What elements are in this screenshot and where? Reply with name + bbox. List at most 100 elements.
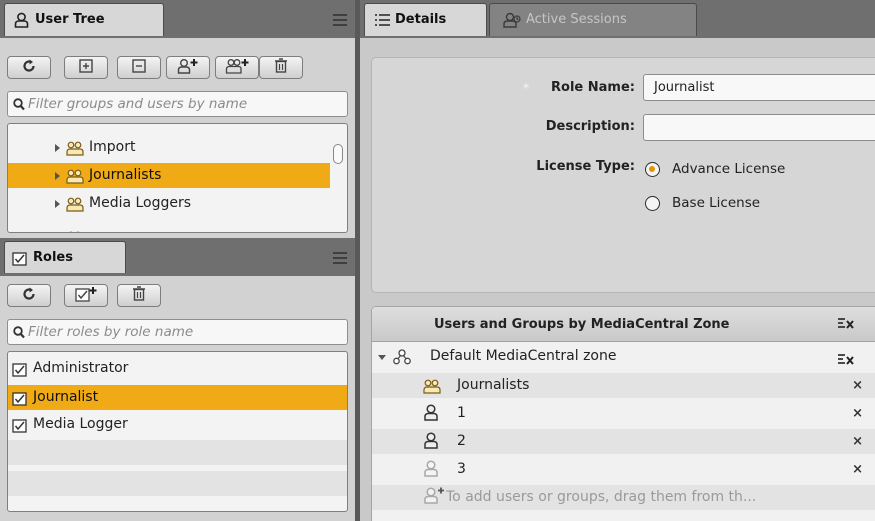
drop-hint-row: To add users or groups, drag them from t… [372,485,875,510]
tree-item-label: Import [89,139,136,155]
roles-tab-label: Roles [33,250,73,265]
role-item-label: Media Logger [33,416,128,432]
zone-member-label: 3 [457,461,466,477]
remove-icon[interactable]: × [852,457,863,482]
user-icon [14,12,29,32]
refresh-icon [22,287,36,305]
user-filter-placeholder: Filter groups and users by name [28,96,248,112]
refresh-icon [22,59,36,77]
add-role-icon [75,286,97,306]
group-icon [66,168,84,193]
user-icon [424,432,438,458]
sessions-icon [502,12,524,32]
tab-roles[interactable]: Roles [4,241,126,273]
tree-item-journalists[interactable]: Journalists [8,163,330,188]
zone-table-header-label: Users and Groups by MediaCentral Zone [434,317,730,332]
role-filter-placeholder: Filter roles by role name [28,324,194,340]
role-name-field[interactable]: Journalist [643,74,875,101]
collapse-arrow-icon[interactable] [378,355,386,360]
expand-arrow-icon[interactable] [55,144,60,152]
role-item-media-logger[interactable]: Media Logger [8,412,347,437]
remove-icon[interactable]: × [852,429,863,454]
tree-item-import[interactable]: Import [8,135,347,160]
collapse-all-icon [132,58,146,77]
expand-all-button[interactable] [64,56,108,79]
license-option-base[interactable]: Base License [645,194,865,214]
group-icon [66,196,84,221]
zone-member-row[interactable]: 2 × [372,429,875,454]
radio-base-license[interactable] [645,196,660,211]
zone-table-header: Users and Groups by MediaCentral Zone [372,307,875,342]
add-user-icon [424,487,446,513]
expand-arrow-icon[interactable] [55,200,60,208]
tab-active-sessions[interactable]: Active Sessions [489,3,697,36]
description-field[interactable] [643,114,875,141]
license-option-label: Advance License [672,161,786,177]
refresh-button[interactable] [7,56,51,79]
zone-icon [393,349,411,374]
zone-member-row[interactable]: 3 × [372,457,875,482]
tab-user-tree[interactable]: User Tree [4,3,164,36]
active-sessions-tab-label: Active Sessions [526,12,627,27]
zone-member-row[interactable]: Journalists × [372,373,875,398]
empty-row [8,440,347,465]
add-user-button[interactable] [166,56,210,79]
list-item-cutoff-top [8,124,347,134]
list-icon [375,14,390,30]
description-label: Description: [545,119,635,134]
refresh-button[interactable] [7,284,51,307]
trash-icon [132,286,146,305]
license-option-advance[interactable]: Advance License [645,160,865,180]
license-option-label: Base License [672,195,761,211]
user-tree-list: Import Journalists Media Loggers [7,123,348,233]
zone-member-row[interactable]: 1 × [372,401,875,426]
user-icon [424,460,438,486]
zone-row[interactable]: Default MediaCentral zone [372,344,875,369]
tree-item-label: Journalists [89,167,162,183]
add-user-icon [177,58,199,78]
trash-icon [274,58,288,77]
details-tab-label: Details [395,12,447,27]
roles-list: Administrator Journalist Media Logger [7,351,348,512]
drop-hint-text: To add users or groups, drag them from t… [446,489,757,505]
add-group-icon [225,58,249,78]
zone-member-label: 1 [457,405,466,421]
expand-arrow-icon[interactable] [55,172,60,180]
add-group-button[interactable] [215,56,259,79]
roles-tab-bar: Roles [0,238,355,276]
zone-table: Users and Groups by MediaCentral Zone De… [371,306,875,521]
tree-item-media-loggers[interactable]: Media Loggers [8,191,347,216]
empty-row [8,471,347,496]
user-filter-input[interactable]: Filter groups and users by name [7,91,348,117]
role-icon [12,250,28,270]
clear-all-icon[interactable] [838,318,854,335]
role-item-label: Administrator [33,360,129,376]
zone-member-label: Journalists [457,377,530,393]
role-item-journalist[interactable]: Journalist [8,385,347,410]
list-item-cutoff-bottom [8,220,347,232]
user-icon [424,404,438,430]
delete-button[interactable] [259,56,303,79]
role-icon [12,417,28,442]
user-tree-tab-label: User Tree [35,12,105,27]
scrollbar-thumb[interactable] [333,144,343,164]
group-icon [66,223,84,232]
tab-details[interactable]: Details [364,3,487,36]
role-filter-input[interactable]: Filter roles by role name [7,319,348,345]
delete-button[interactable] [117,284,161,307]
group-icon [66,140,84,165]
remove-icon[interactable]: × [852,401,863,426]
zone-label: Default MediaCentral zone [430,348,617,364]
role-item-label: Journalist [33,389,99,405]
remove-icon[interactable]: × [852,373,863,398]
panel-menu-icon[interactable] [333,252,347,264]
tree-item-label: Media Loggers [89,195,192,211]
radio-advance-license[interactable] [645,162,660,177]
panel-menu-icon[interactable] [333,14,347,26]
add-role-button[interactable] [64,284,108,307]
group-icon [423,378,441,403]
role-name-label: Role Name: [551,80,635,95]
license-type-label: License Type: [536,159,635,174]
collapse-all-button[interactable] [117,56,161,79]
role-item-administrator[interactable]: Administrator [8,356,347,381]
